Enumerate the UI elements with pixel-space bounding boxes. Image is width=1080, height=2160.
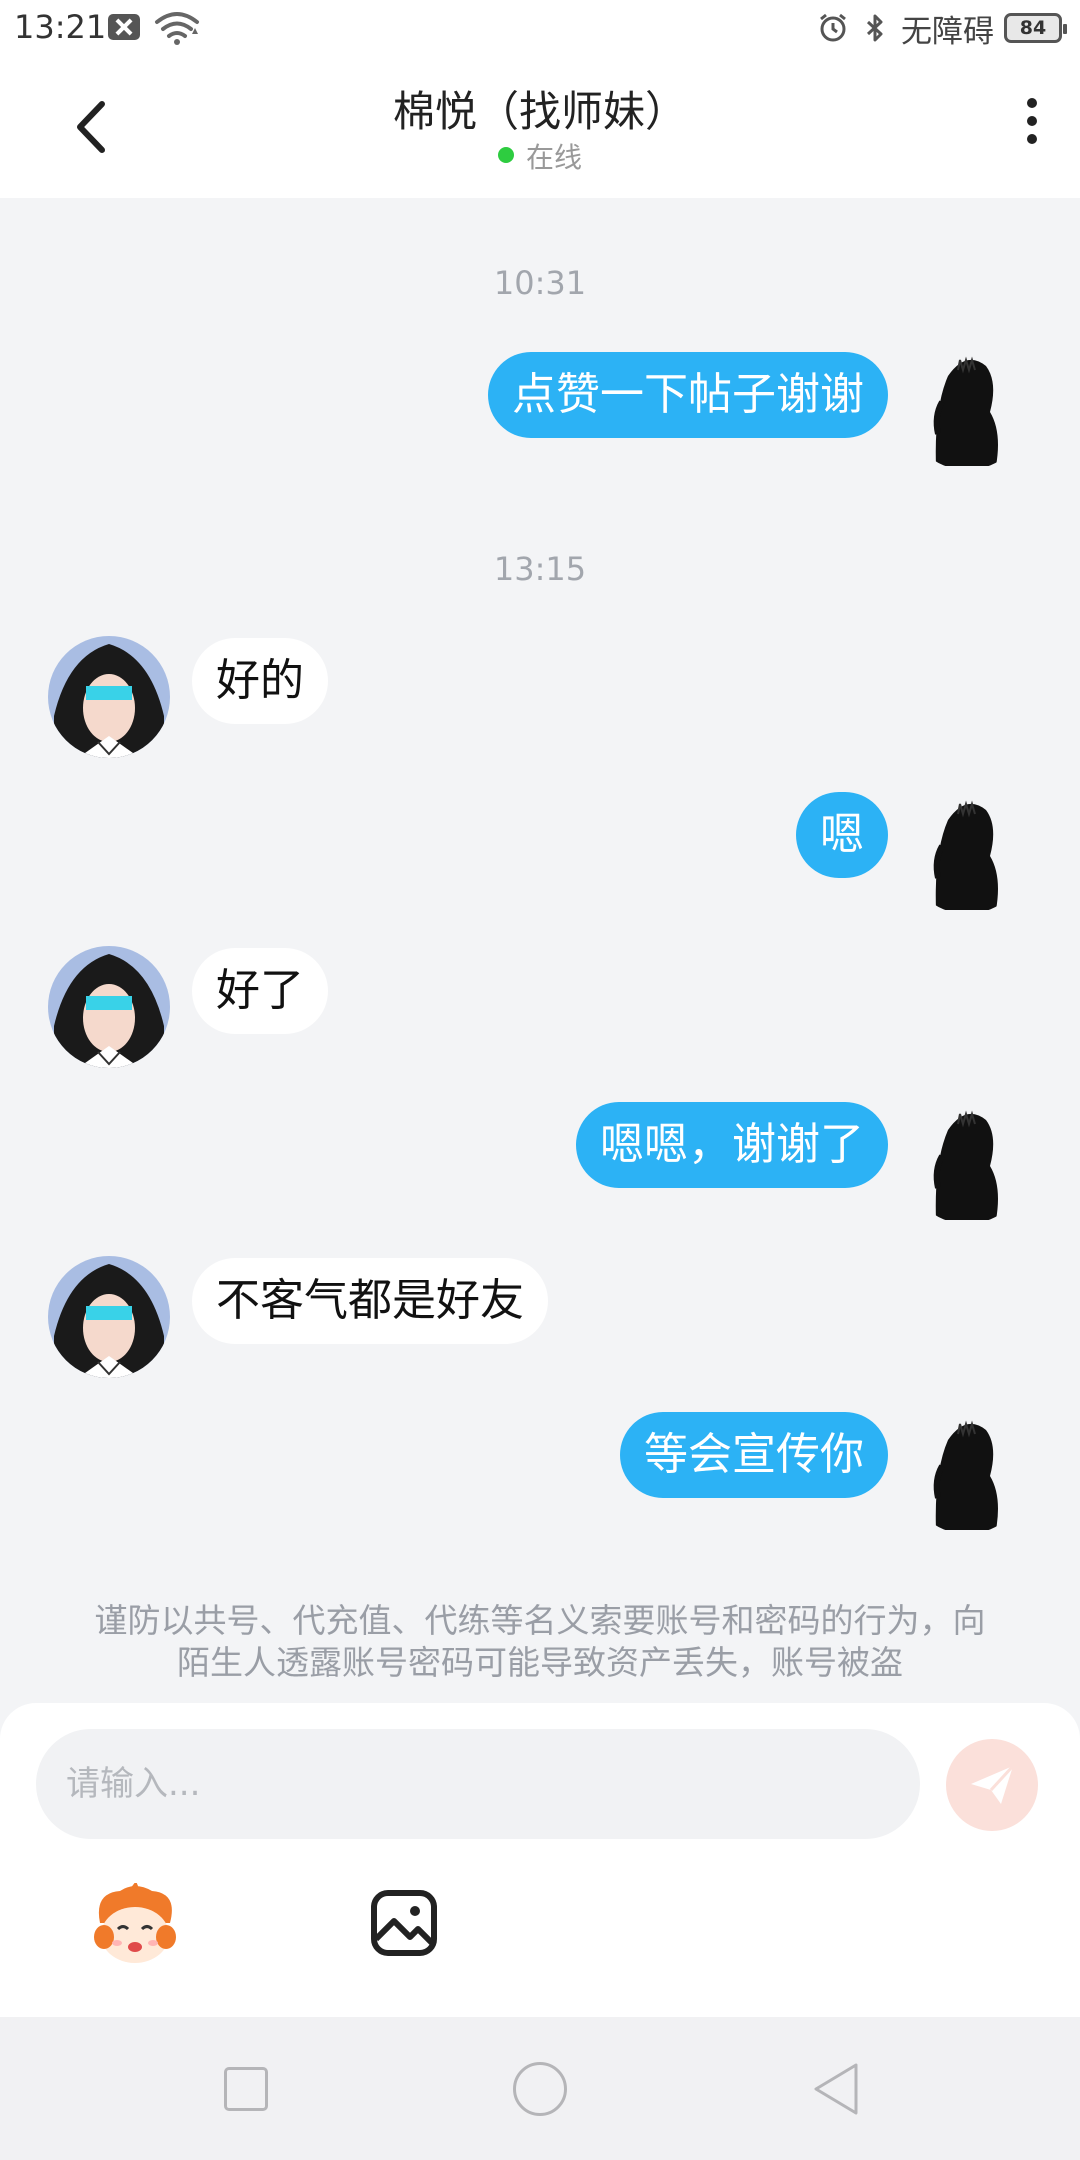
status-bar: 13:21 无障碍 84 [0, 0, 1080, 56]
avatar-peer-image [54, 1264, 164, 1378]
message-bubble-outgoing[interactable]: 点赞一下帖子谢谢 [488, 352, 888, 438]
online-status-label: 在线 [525, 141, 582, 174]
back-nav-icon[interactable] [810, 2061, 862, 2117]
chat-messages[interactable]: 10:31 点赞一下帖子谢谢 13:15 好的 嗯 好了 嗯嗯，谢谢了 不客气都… [0, 198, 1080, 1703]
chat-header: 棉悦（找师妹） 在线 [0, 56, 1080, 198]
avatar-peer[interactable] [48, 636, 170, 758]
send-icon [971, 1764, 1015, 1804]
avatar-peer[interactable] [48, 1256, 170, 1378]
message-bubble-outgoing[interactable]: 嗯嗯，谢谢了 [576, 1102, 888, 1188]
message-input[interactable] [36, 1729, 920, 1839]
avatar-self-image [933, 1110, 998, 1220]
accessibility-label: 无障碍 [901, 13, 994, 50]
online-dot-icon [497, 147, 514, 163]
emoji-icon[interactable] [90, 1883, 180, 1967]
battery-icon: 84 [1004, 13, 1067, 43]
alarm-icon [820, 13, 846, 42]
message-bubble-incoming[interactable]: 好了 [192, 948, 328, 1034]
avatar-self-image [933, 1420, 998, 1530]
online-status: 在线 [0, 136, 1080, 176]
message-bubble-outgoing[interactable]: 等会宣传你 [620, 1412, 888, 1498]
avatar-self-image [933, 800, 998, 910]
wifi-icon [155, 12, 199, 45]
home-icon[interactable] [513, 2062, 567, 2116]
message-bubble-incoming[interactable]: 不客气都是好友 [192, 1258, 548, 1344]
status-time: 13:21 [14, 8, 107, 46]
bluetooth-icon [866, 14, 883, 42]
message-bubble-incoming[interactable]: 好的 [192, 638, 328, 724]
security-notice: 谨防以共号、代充值、代练等名义索要账号和密码的行为，向陌生人透露账号密码可能导致… [94, 1601, 986, 1682]
avatar-self[interactable] [906, 1412, 1028, 1534]
send-button[interactable] [946, 1739, 1038, 1831]
message-bubble-outgoing[interactable]: 嗯 [796, 792, 888, 878]
avatar-peer[interactable] [48, 946, 170, 1068]
avatar-self[interactable] [906, 792, 1028, 914]
chat-title: 棉悦（找师妹） [392, 87, 687, 136]
avatar-self[interactable] [906, 1102, 1028, 1224]
image-icon[interactable] [370, 1889, 438, 1957]
system-nav-bar [0, 2017, 1080, 2160]
avatar-self[interactable] [906, 348, 1028, 470]
input-panel [0, 1703, 1080, 2017]
recent-apps-icon[interactable] [224, 2067, 268, 2111]
avatar-self-image [933, 356, 998, 466]
more-icon[interactable] [1024, 98, 1040, 154]
avatar-peer-image [54, 644, 164, 758]
notification-icon [108, 14, 140, 40]
message-timestamp: 10:31 [493, 264, 587, 302]
avatar-peer-image [54, 954, 164, 1068]
message-timestamp: 13:15 [493, 550, 587, 588]
